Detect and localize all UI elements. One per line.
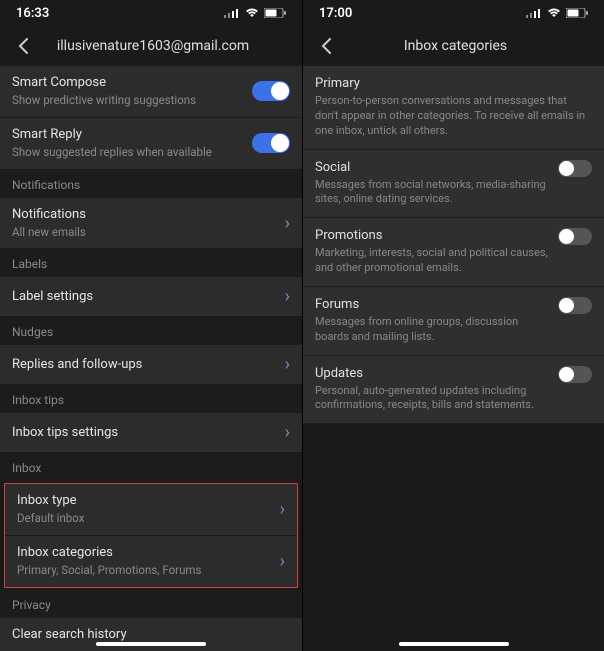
inbox-categories-screen: 17:00 Inbox categories Primary Person-to… bbox=[302, 0, 604, 651]
smart-reply-toggle[interactable] bbox=[252, 133, 290, 153]
label-settings-row[interactable]: Label settings › bbox=[0, 277, 302, 317]
smart-compose-row[interactable]: Smart Compose Show predictive writing su… bbox=[0, 66, 302, 118]
category-promotions-title: Promotions bbox=[315, 228, 548, 243]
category-primary-title: Primary bbox=[315, 76, 592, 91]
notifications-title: Notifications bbox=[12, 207, 277, 224]
replies-row[interactable]: Replies and follow-ups › bbox=[0, 345, 302, 385]
category-forums[interactable]: Forums Messages from online groups, disc… bbox=[303, 287, 604, 356]
wifi-icon bbox=[245, 8, 259, 18]
status-bar: 17:00 bbox=[303, 0, 604, 26]
inbox-categories-title: Inbox categories bbox=[17, 545, 272, 562]
categories-scroll[interactable]: Primary Person-to-person conversations a… bbox=[303, 66, 604, 651]
chevron-right-icon: › bbox=[285, 422, 290, 443]
smart-compose-sub: Show predictive writing suggestions bbox=[12, 93, 252, 108]
status-bar: 16:33 bbox=[0, 0, 302, 26]
label-settings-title: Label settings bbox=[12, 289, 277, 306]
inbox-tips-settings-row[interactable]: Inbox tips settings › bbox=[0, 413, 302, 453]
header: illusivenature1603@gmail.com bbox=[0, 26, 302, 66]
smart-compose-title: Smart Compose bbox=[12, 75, 252, 92]
category-updates-title: Updates bbox=[315, 366, 548, 381]
chevron-right-icon: › bbox=[285, 354, 290, 375]
clear-search-row[interactable]: Clear search history bbox=[0, 618, 302, 651]
section-notifications: Notifications bbox=[0, 170, 302, 198]
category-social-desc: Messages from social networks, media-sha… bbox=[315, 178, 548, 208]
section-privacy: Privacy bbox=[0, 590, 302, 618]
category-promotions-desc: Marketing, interests, social and politic… bbox=[315, 246, 548, 276]
category-forums-title: Forums bbox=[315, 297, 548, 312]
section-inbox-tips: Inbox tips bbox=[0, 385, 302, 413]
section-labels: Labels bbox=[0, 249, 302, 277]
settings-scroll[interactable]: Smart Compose Show predictive writing su… bbox=[0, 66, 302, 651]
status-icons bbox=[526, 8, 588, 18]
header-title: illusivenature1603@gmail.com bbox=[16, 38, 290, 54]
header-title: Inbox categories bbox=[319, 38, 592, 54]
chevron-right-icon: › bbox=[285, 213, 290, 234]
settings-screen: 16:33 illusivenature1603@gmail.com Smart… bbox=[0, 0, 302, 651]
category-social-title: Social bbox=[315, 160, 548, 175]
notifications-row[interactable]: Notifications All new emails › bbox=[0, 198, 302, 250]
category-updates[interactable]: Updates Personal, auto-generated updates… bbox=[303, 356, 604, 425]
status-icons bbox=[224, 8, 286, 18]
chevron-right-icon: › bbox=[280, 499, 285, 520]
header: Inbox categories bbox=[303, 26, 604, 66]
inbox-categories-row[interactable]: Inbox categories Primary, Social, Promot… bbox=[5, 536, 297, 587]
category-primary: Primary Person-to-person conversations a… bbox=[303, 66, 604, 150]
battery-icon bbox=[264, 8, 286, 18]
inbox-type-row[interactable]: Inbox type Default inbox › bbox=[5, 484, 297, 536]
category-updates-toggle[interactable] bbox=[558, 366, 592, 383]
smart-reply-row[interactable]: Smart Reply Show suggested replies when … bbox=[0, 118, 302, 170]
category-forums-toggle[interactable] bbox=[558, 297, 592, 314]
signal-icon bbox=[526, 8, 542, 18]
inbox-type-title: Inbox type bbox=[17, 493, 272, 510]
notifications-sub: All new emails bbox=[12, 225, 277, 240]
section-inbox: Inbox bbox=[0, 453, 302, 481]
smart-compose-toggle[interactable] bbox=[252, 81, 290, 101]
inbox-type-sub: Default inbox bbox=[17, 511, 272, 526]
inbox-categories-sub: Primary, Social, Promotions, Forums bbox=[17, 563, 272, 578]
inbox-highlight: Inbox type Default inbox › Inbox categor… bbox=[4, 483, 298, 588]
category-social[interactable]: Social Messages from social networks, me… bbox=[303, 150, 604, 219]
inbox-tips-settings-title: Inbox tips settings bbox=[12, 425, 277, 442]
home-indicator[interactable] bbox=[96, 642, 206, 646]
category-forums-desc: Messages from online groups, discussion … bbox=[315, 315, 548, 345]
category-social-toggle[interactable] bbox=[558, 160, 592, 177]
category-primary-desc: Person-to-person conversations and messa… bbox=[315, 94, 592, 139]
wifi-icon bbox=[547, 8, 561, 18]
category-promotions-toggle[interactable] bbox=[558, 228, 592, 245]
status-time: 16:33 bbox=[16, 6, 49, 21]
status-time: 17:00 bbox=[319, 6, 352, 21]
home-indicator[interactable] bbox=[399, 642, 509, 646]
category-promotions[interactable]: Promotions Marketing, interests, social … bbox=[303, 218, 604, 287]
smart-reply-title: Smart Reply bbox=[12, 127, 252, 144]
chevron-right-icon: › bbox=[280, 551, 285, 572]
signal-icon bbox=[224, 8, 240, 18]
battery-icon bbox=[566, 8, 588, 18]
chevron-right-icon: › bbox=[285, 286, 290, 307]
replies-title: Replies and follow-ups bbox=[12, 357, 277, 374]
smart-reply-sub: Show suggested replies when available bbox=[12, 145, 252, 160]
category-updates-desc: Personal, auto-generated updates includi… bbox=[315, 384, 548, 414]
section-nudges: Nudges bbox=[0, 317, 302, 345]
